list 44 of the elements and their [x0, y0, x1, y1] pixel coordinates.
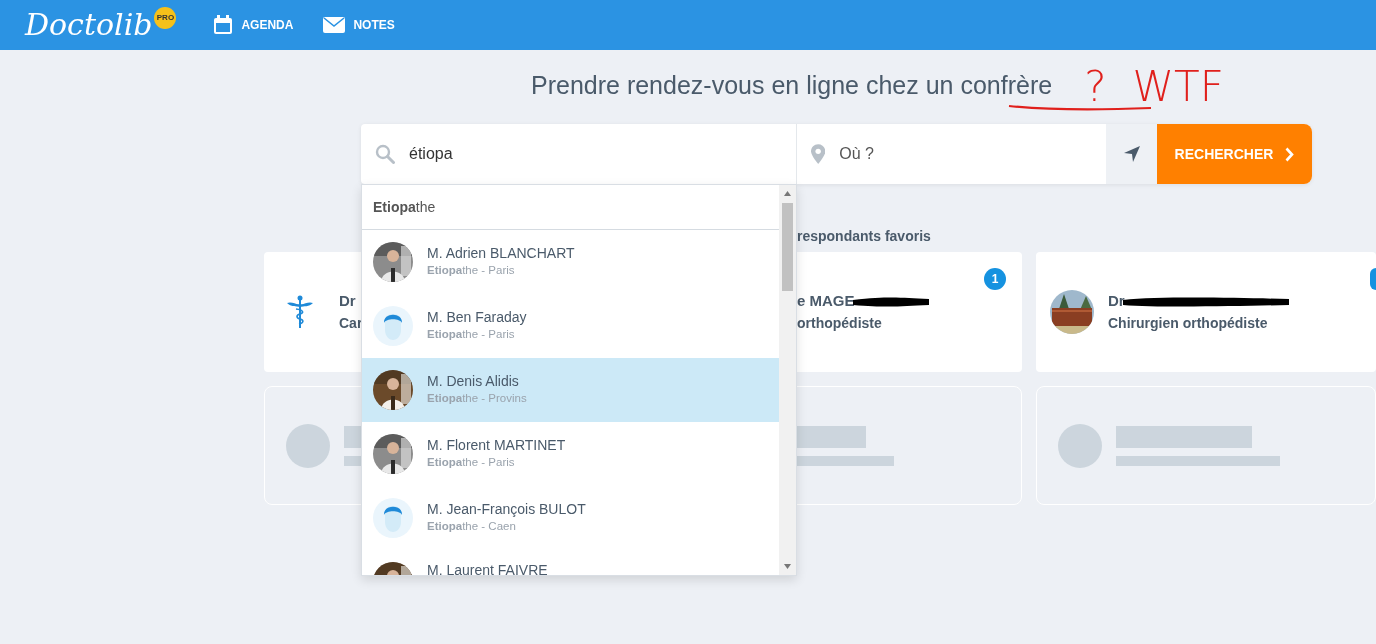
scrollbar[interactable]: [779, 185, 796, 575]
search-icon: [375, 144, 395, 164]
doctor-specialty: Chirurgien orthopédiste: [1108, 313, 1269, 333]
doctor-card[interactable]: Dr Chirurgien orthopédiste: [1036, 252, 1376, 372]
notification-badge: 1: [984, 268, 1006, 290]
doctor-specialty: Etiopathe - Caen: [427, 518, 517, 534]
doctor-specialty: Etiopathe - Provins: [427, 390, 527, 406]
page-heading: Prendre rendez-vous en ligne chez un confrère: [531, 71, 1053, 100]
location-pin-icon: [811, 143, 826, 165]
doctor-specialty: Etiopathe - Paris: [427, 454, 516, 470]
result-item[interactable]: M. Denis Alidis Etiopathe - Provins: [362, 358, 780, 422]
scrollbar-thumb[interactable]: [782, 203, 793, 291]
doctor-name: Dr: [339, 291, 356, 312]
result-item[interactable]: M. Jean-François BULOT Etiopathe - Caen: [362, 486, 780, 550]
doctor-name: M. Laurent FAIVRE: [427, 562, 548, 575]
locate-button[interactable]: [1106, 124, 1157, 184]
doctor-name: M. Jean-François BULOT: [427, 500, 586, 518]
doctor-specialty: orthopédiste: [797, 313, 883, 333]
doctor-specialty: Car: [339, 313, 363, 333]
calendar-icon: [213, 15, 234, 35]
pro-badge: PRO: [154, 7, 177, 29]
doctor-name: M. Denis Alidis: [427, 372, 520, 390]
doctor-specialty: Etiopathe - Paris: [427, 326, 516, 342]
scroll-up-icon[interactable]: [784, 191, 791, 196]
caduceus-icon: [287, 295, 313, 329]
section-heading: respondants favoris: [796, 227, 932, 246]
envelope-icon: [323, 17, 346, 33]
chevron-right-icon: [1285, 146, 1295, 162]
location-input[interactable]: Où ?: [837, 141, 1106, 167]
scroll-down-icon[interactable]: [784, 564, 791, 569]
annotation-text: WTF: [1132, 66, 1224, 108]
doctor-name: M. Ben Faraday: [427, 308, 527, 326]
doctor-name: Dr: [1108, 291, 1125, 312]
doctor-specialty: Etiopathe - Paris: [427, 262, 516, 278]
doctor-name: M. Adrien BLANCHART: [427, 244, 575, 262]
result-item[interactable]: M. Laurent FAIVRE: [362, 550, 780, 575]
search-input[interactable]: étiopa: [407, 141, 707, 167]
avatar-icon: [373, 498, 413, 538]
doctor-name: e MAGE: [797, 291, 855, 312]
avatar-icon: [373, 306, 413, 346]
annotation-text: ?: [1084, 66, 1107, 108]
result-item[interactable]: M. Florent MARTINET Etiopathe - Paris: [362, 422, 780, 486]
doctor-name: M. Florent MARTINET: [427, 436, 566, 454]
navigation-arrow-icon: [1123, 146, 1140, 162]
